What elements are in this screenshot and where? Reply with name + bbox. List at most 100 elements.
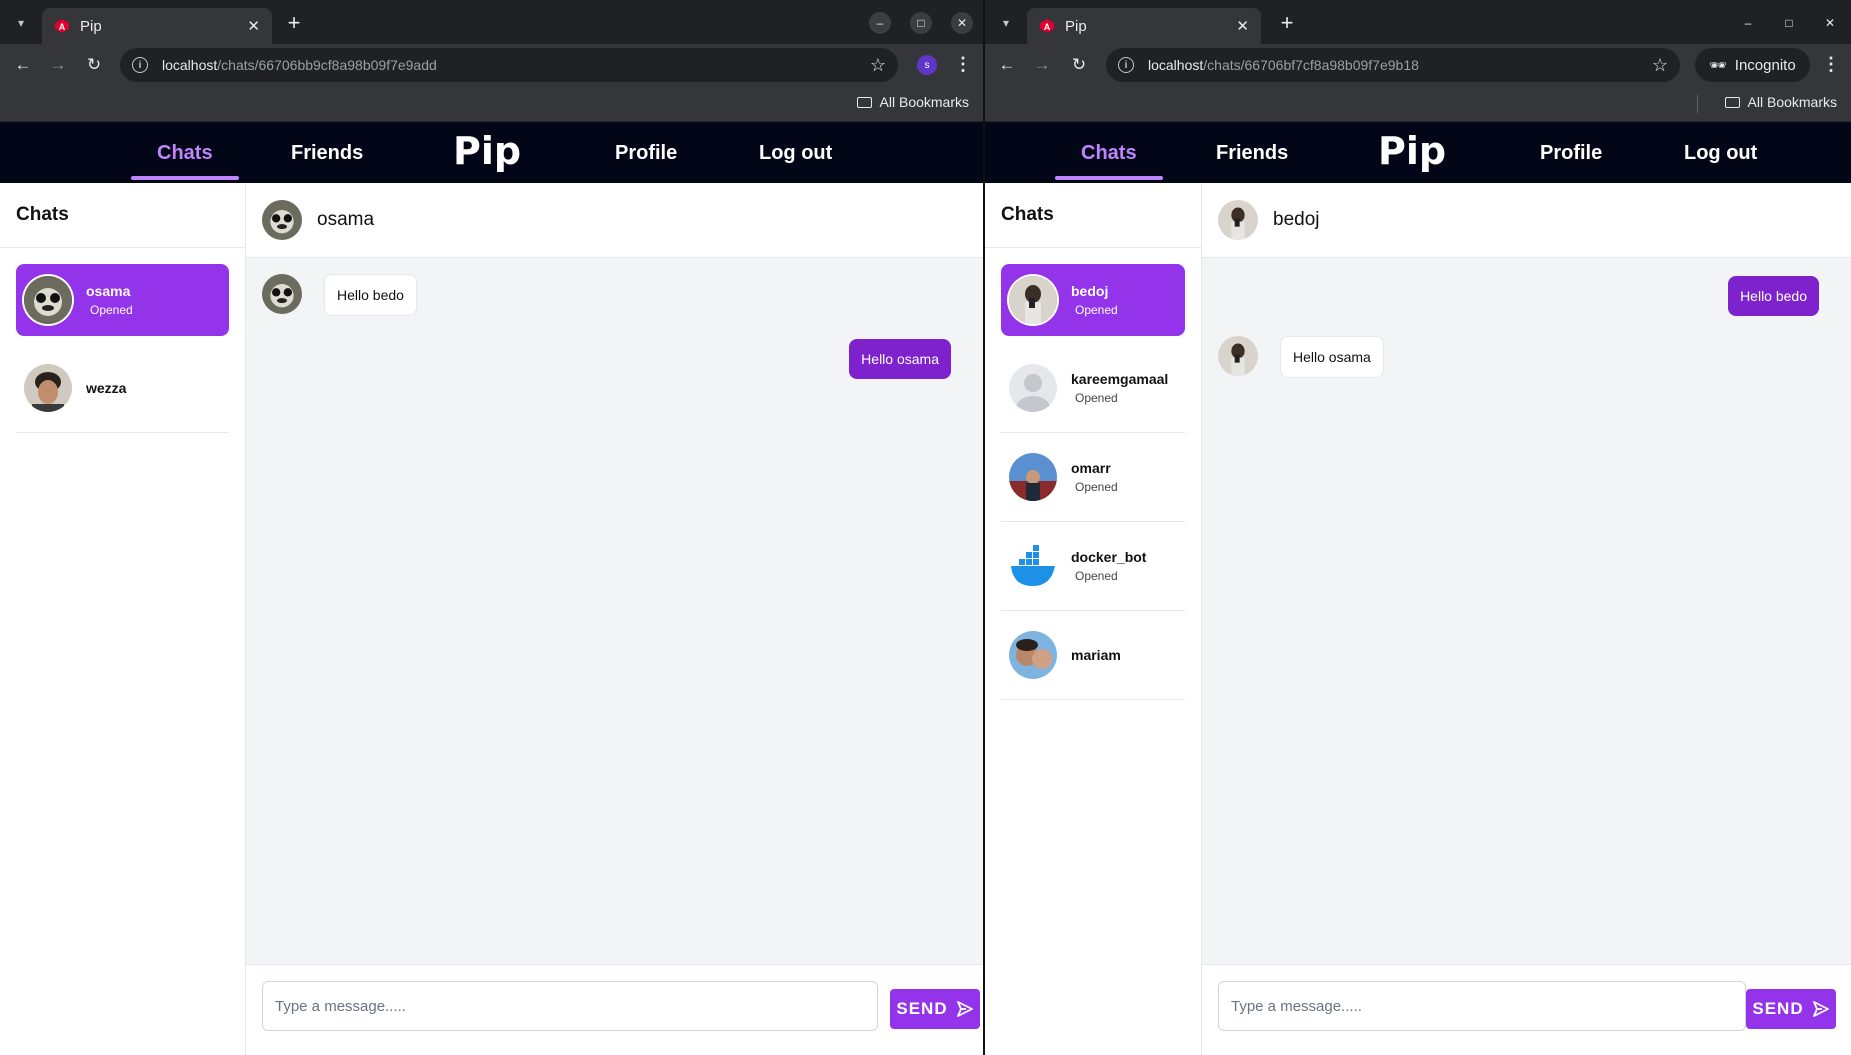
site-info-icon[interactable]: i — [1118, 57, 1134, 73]
pip-logo[interactable]: Pip — [451, 130, 525, 176]
chat-contact-name: osama — [86, 283, 131, 299]
tab-search-button[interactable]: ▾ — [995, 12, 1017, 34]
chat-list-item-kareemgamaal[interactable]: kareemgamaal Opened — [1001, 344, 1185, 433]
nav-chats[interactable]: Chats — [131, 122, 239, 184]
browser-window-left: ▾ A Pip ✕ + – □ ✕ ← → ↻ i localhost/chat… — [0, 0, 985, 1055]
browser-menu-icon[interactable]: ⋮ — [953, 54, 973, 75]
reload-button[interactable]: ↻ — [82, 53, 106, 77]
close-window-button[interactable]: ✕ — [1819, 12, 1841, 34]
browser-tab[interactable]: A Pip ✕ — [1027, 8, 1261, 44]
chat-contact-name: docker_bot — [1071, 549, 1147, 565]
minimize-button[interactable]: – — [1737, 12, 1759, 34]
browser-menu-icon[interactable]: ⋮ — [1821, 54, 1841, 75]
tab-strip: ▾ A Pip ✕ + – □ ✕ — [985, 0, 1851, 44]
nav-profile[interactable]: Profile — [1540, 122, 1602, 184]
address-bar[interactable]: i localhost/chats/66706bb9cf8a98b09f7e9a… — [120, 48, 898, 82]
tab-close-icon[interactable]: ✕ — [1236, 17, 1249, 35]
minimize-button[interactable]: – — [869, 12, 891, 34]
nav-chats-label: Chats — [157, 141, 213, 164]
send-button[interactable]: SEND — [890, 989, 980, 1029]
chat-contact-name: wezza — [86, 380, 127, 396]
nav-logout-label: Log out — [759, 141, 833, 164]
profile-avatar-button[interactable]: s — [917, 55, 937, 75]
chat-list-item-wezza[interactable]: wezza — [16, 344, 229, 433]
nav-friends-label: Friends — [291, 141, 364, 164]
back-button[interactable]: ← — [995, 53, 1019, 77]
message-incoming: Hello bedo — [262, 274, 417, 316]
chat-status: Opened — [1075, 303, 1118, 317]
maximize-button[interactable]: □ — [1778, 12, 1800, 34]
site-info-icon[interactable]: i — [132, 57, 148, 73]
conversation-header: osama — [246, 183, 983, 258]
chat-list-item-omarr[interactable]: omarr Opened — [1001, 433, 1185, 522]
all-bookmarks-label: All Bookmarks — [1747, 94, 1837, 110]
send-button[interactable]: SEND — [1746, 989, 1836, 1029]
sidebar-title: Chats — [985, 183, 1201, 248]
tab-close-icon[interactable]: ✕ — [247, 17, 260, 35]
bookmark-star-icon[interactable]: ☆ — [870, 55, 886, 76]
bookmarks-bar: All Bookmarks — [0, 86, 983, 122]
message-bubble: Hello osama — [1280, 336, 1384, 378]
avatar — [24, 276, 72, 324]
pip-logo[interactable]: Pip — [1376, 130, 1450, 176]
chat-sidebar: Chats osama Opened wezza — [0, 183, 246, 1055]
close-window-button[interactable]: ✕ — [951, 12, 973, 34]
chat-list-item-bedoj[interactable]: bedoj Opened — [1001, 264, 1185, 336]
browser-window-right: ▾ A Pip ✕ + – □ ✕ ← → ↻ i localhost/chat… — [985, 0, 1851, 1055]
chat-status: Opened — [1075, 480, 1118, 494]
folder-icon — [856, 96, 872, 108]
chat-contact-name: omarr — [1071, 460, 1111, 476]
default-user-icon — [1009, 364, 1057, 412]
all-bookmarks-button[interactable]: All Bookmarks — [1724, 94, 1837, 110]
tab-title: Pip — [80, 17, 102, 35]
docker-whale-icon — [1009, 542, 1057, 590]
all-bookmarks-button[interactable]: All Bookmarks — [856, 94, 969, 110]
url-text: localhost/chats/66706bf7cf8a98b09f7e9b18 — [1148, 57, 1419, 73]
svg-text:A: A — [1044, 22, 1051, 32]
new-tab-button[interactable]: + — [282, 10, 306, 36]
incognito-indicator[interactable]: 🕶 Incognito — [1695, 48, 1810, 82]
incognito-icon: 🕶 — [1709, 56, 1727, 73]
bookmark-star-icon[interactable]: ☆ — [1652, 55, 1668, 76]
nav-friends[interactable]: Friends — [1216, 122, 1288, 184]
forward-button[interactable]: → — [1030, 53, 1054, 77]
avatar — [1009, 631, 1057, 679]
nav-chats[interactable]: Chats — [1055, 122, 1163, 184]
maximize-button[interactable]: □ — [910, 12, 932, 34]
nav-logout[interactable]: Log out — [1684, 122, 1757, 184]
new-tab-button[interactable]: + — [1275, 10, 1299, 36]
chat-list-item-mariam[interactable]: mariam — [1001, 611, 1185, 700]
chat-contact-name: bedoj — [1071, 283, 1109, 299]
bookmarks-bar: All Bookmarks — [985, 86, 1851, 122]
nav-logout[interactable]: Log out — [759, 122, 832, 184]
message-input[interactable] — [262, 981, 878, 1031]
all-bookmarks-label: All Bookmarks — [879, 94, 969, 110]
message-outgoing: Hello bedo — [1728, 276, 1819, 316]
nav-profile[interactable]: Profile — [615, 122, 677, 184]
chat-contact-name: kareemgamaal — [1071, 371, 1169, 387]
back-button[interactable]: ← — [11, 53, 35, 77]
address-bar[interactable]: i localhost/chats/66706bf7cf8a98b09f7e9b… — [1106, 48, 1680, 82]
chat-list-item-osama[interactable]: osama Opened — [16, 264, 229, 336]
nav-friends[interactable]: Friends — [291, 122, 363, 184]
conversation-header: bedoj — [1202, 183, 1851, 258]
tab-search-button[interactable]: ▾ — [10, 12, 32, 34]
browser-tab[interactable]: A Pip ✕ — [42, 8, 272, 44]
contact-avatar — [1218, 200, 1258, 240]
browser-toolbar: ← → ↻ i localhost/chats/66706bf7cf8a98b0… — [985, 44, 1851, 86]
chat-list-item-docker_bot[interactable]: docker_bot Opened — [1001, 522, 1185, 611]
message-input[interactable] — [1218, 981, 1746, 1031]
message-outgoing: Hello osama — [849, 339, 951, 379]
active-tab-indicator — [131, 176, 239, 180]
chat-status: Opened — [90, 303, 133, 317]
nav-friends-label: Friends — [1216, 141, 1289, 164]
pip-favicon-icon: A — [55, 19, 69, 33]
reload-button[interactable]: ↻ — [1067, 53, 1091, 77]
bookmarks-divider — [1697, 95, 1698, 113]
url-text: localhost/chats/66706bb9cf8a98b09f7e9add — [162, 57, 437, 73]
chat-sidebar: Chats bedoj Opened kareemgamaal Opened o… — [985, 183, 1202, 1055]
forward-button[interactable]: → — [46, 53, 70, 77]
message-composer: SEND — [1202, 964, 1851, 1055]
nav-profile-label: Profile — [1540, 141, 1603, 164]
nav-logout-label: Log out — [1684, 141, 1758, 164]
